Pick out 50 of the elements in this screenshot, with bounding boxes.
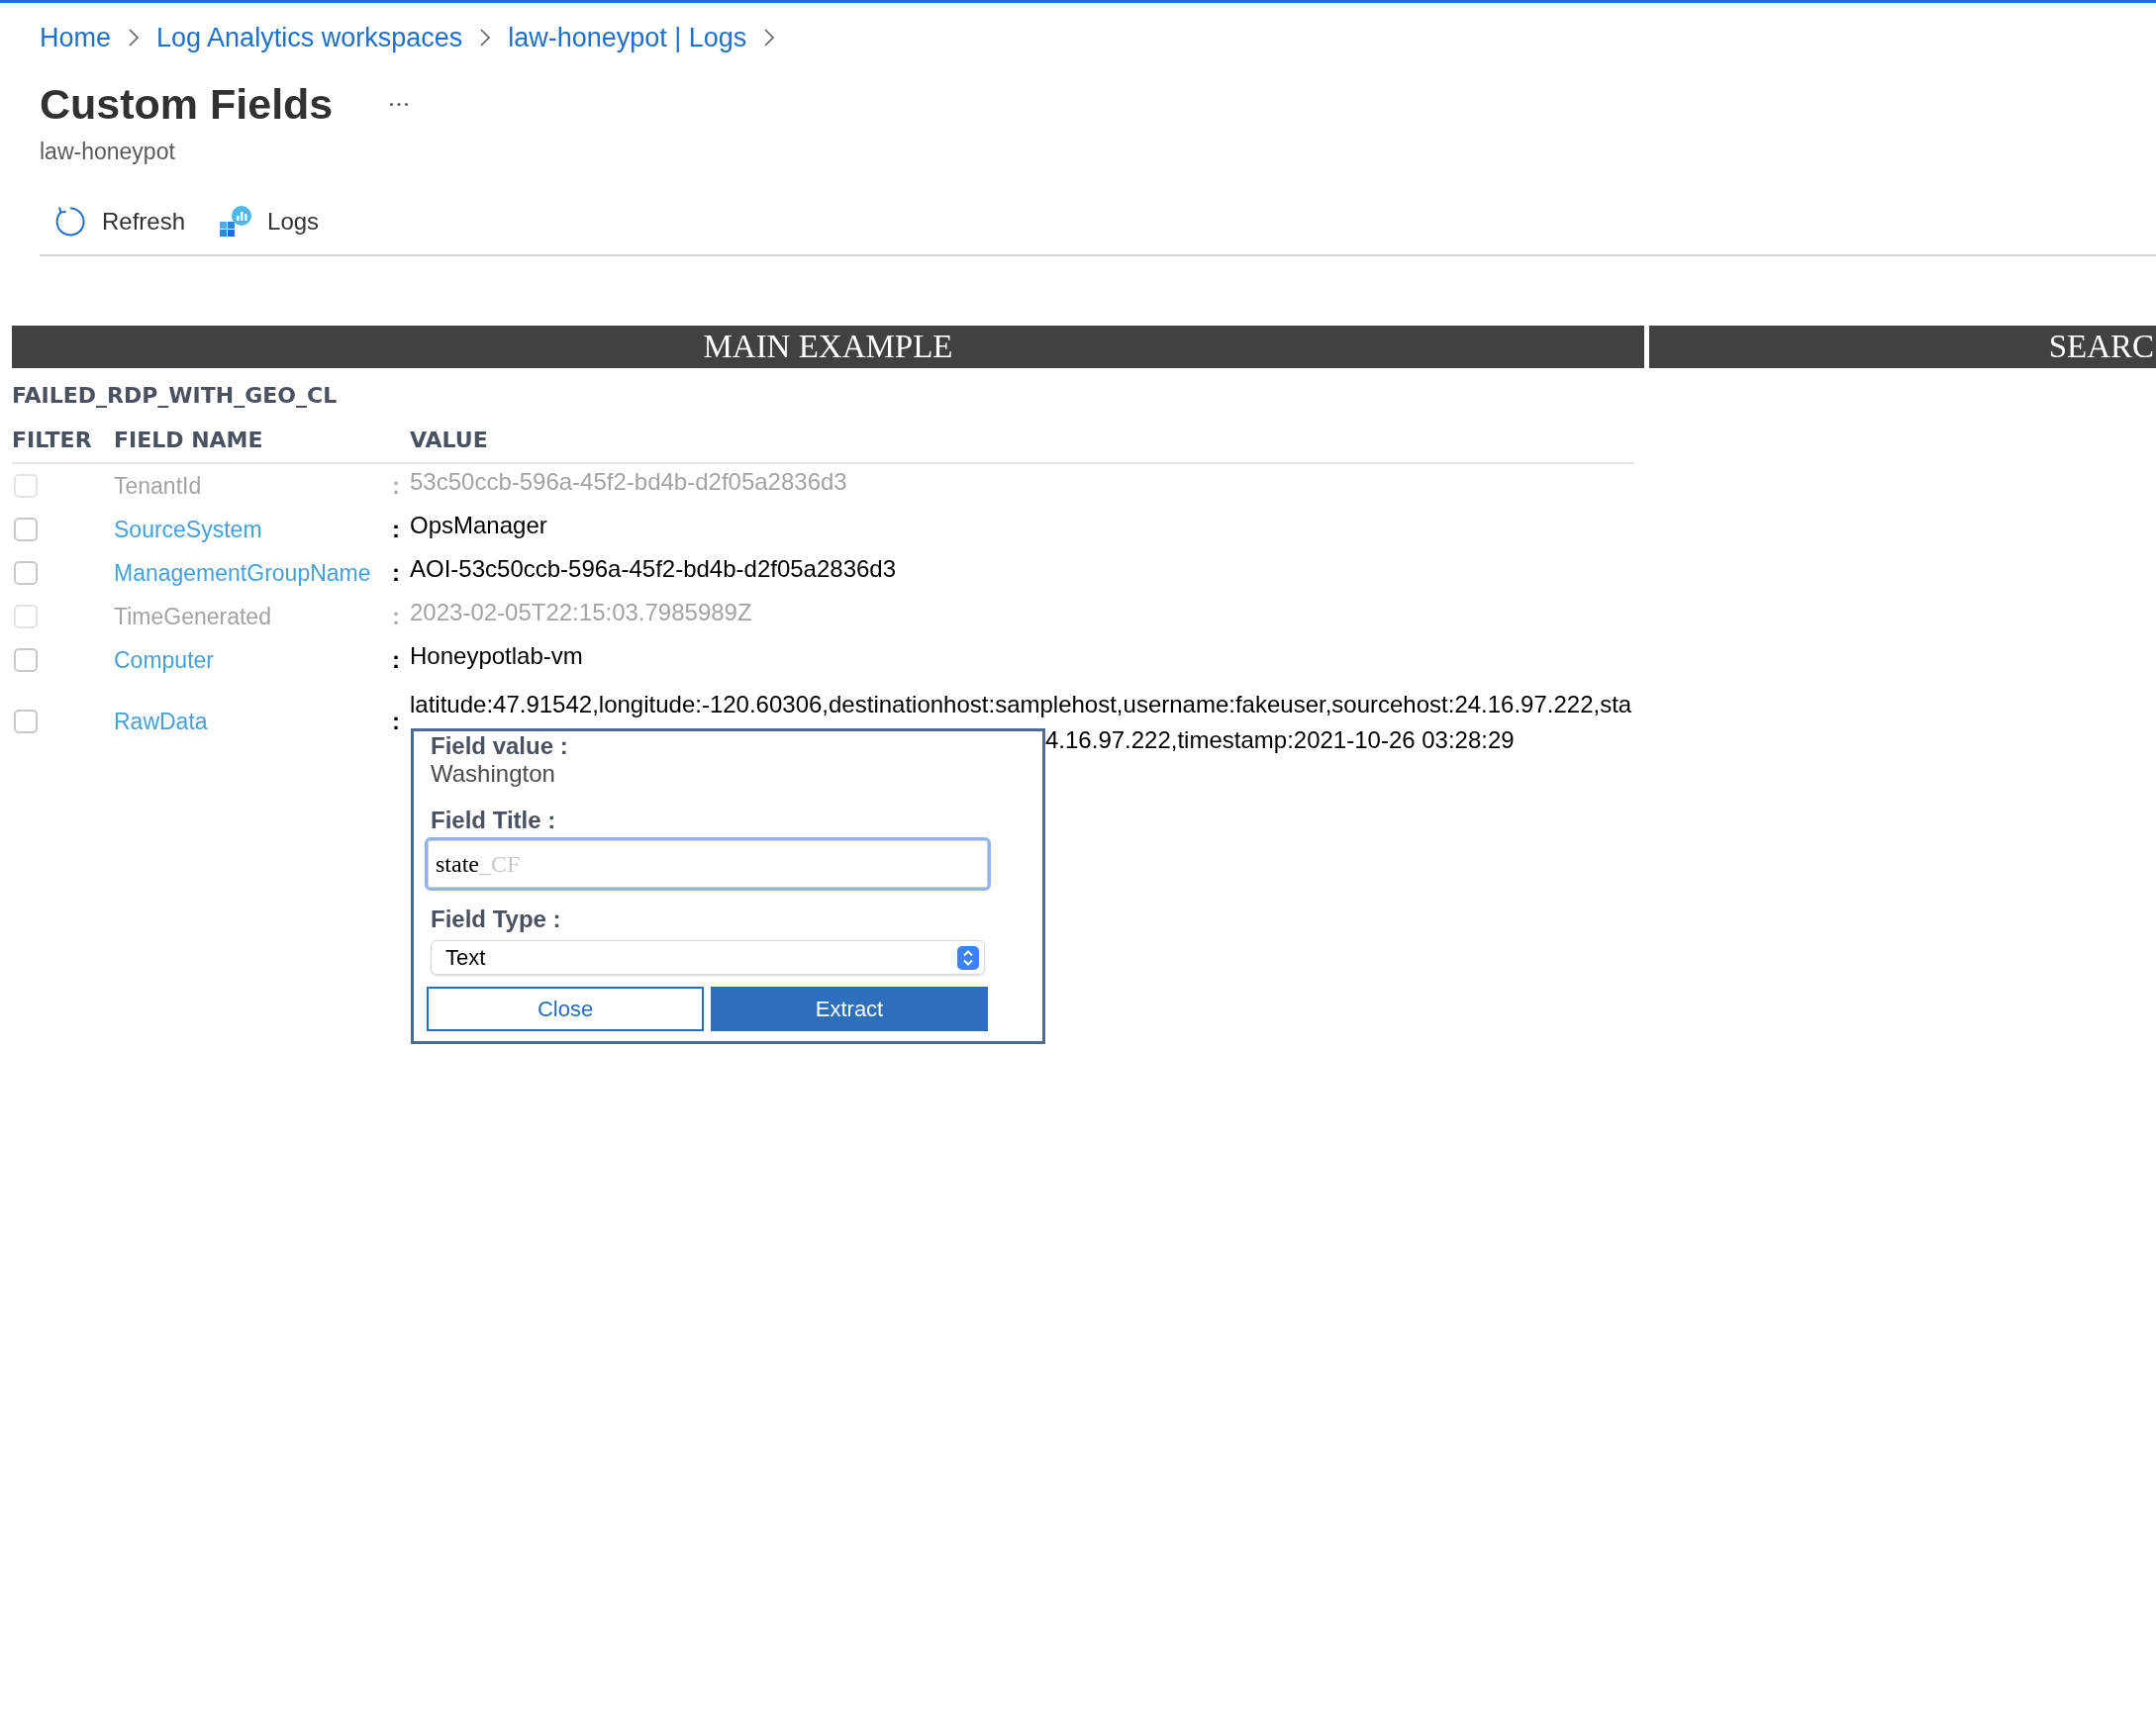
more-icon[interactable] <box>389 101 410 107</box>
colon-separator: : <box>392 558 400 588</box>
field-value: Honeypotlab-vm <box>410 641 583 671</box>
table-name: FAILED_RDP_WITH_GEO_CL <box>12 382 338 410</box>
chart-icon <box>220 206 252 238</box>
chevron-icon <box>479 28 492 48</box>
chevron-icon <box>763 28 776 48</box>
extract-button[interactable]: Extract <box>711 987 988 1031</box>
colon-separator: : <box>392 471 400 501</box>
field-value-text: Washington <box>431 760 555 788</box>
colon-separator: : <box>392 707 400 736</box>
field-label: Field Title : <box>431 807 556 834</box>
column-header: VALUE <box>410 427 488 454</box>
field-value: OpsManager <box>410 511 547 540</box>
refresh-icon <box>54 206 86 238</box>
stepper-icon <box>957 945 979 970</box>
field-value: 4.16.97.222,timestamp:2021-10-26 03:28:29 <box>1045 725 1515 755</box>
type-select[interactable]: Text <box>431 940 985 975</box>
section-header: SEARC <box>1649 326 2156 368</box>
field-label: Field Type : <box>431 906 561 933</box>
column-header: FIELD NAME <box>114 427 263 454</box>
breadcrumb-link[interactable]: Home <box>40 22 112 53</box>
field-name-link[interactable]: Computer <box>114 645 214 675</box>
logs-button[interactable]: Logs <box>212 202 328 241</box>
chevron-icon <box>128 28 141 48</box>
field-name: TenantId <box>114 472 202 501</box>
filter-checkbox[interactable] <box>14 710 38 733</box>
field-name-link[interactable]: RawData <box>114 707 208 736</box>
breadcrumb-link[interactable]: Log Analytics workspaces <box>156 22 463 53</box>
field-value: 53c50ccb-596a-45f2-bd4b-d2f05a2836d3 <box>410 467 847 497</box>
field-value: AOI-53c50ccb-596a-45f2-bd4b-d2f05a2836d3 <box>410 554 897 584</box>
colon-separator: : <box>392 515 400 544</box>
field-name-link[interactable]: ManagementGroupName <box>114 558 371 588</box>
field-value: latitude:47.91542,longitude:-120.60306,destinationhost:samplehost,username:fakeuser,sourcehost:24.16.97.222,sta <box>410 690 1632 719</box>
colon-separator: : <box>392 602 400 631</box>
colon-separator: : <box>392 645 400 675</box>
filter-checkbox[interactable] <box>14 518 38 541</box>
page-title: Custom Fields <box>40 80 334 128</box>
filter-checkbox[interactable] <box>14 648 38 672</box>
column-header: FILTER <box>12 427 92 454</box>
close-button[interactable]: Close <box>427 987 704 1031</box>
field-name: TimeGenerated <box>114 603 271 631</box>
filter-checkbox[interactable] <box>14 561 38 585</box>
breadcrumb-link[interactable]: law-honeypot | Logs <box>508 22 747 53</box>
field-name-link[interactable]: SourceSystem <box>114 515 262 544</box>
page-subtitle: law-honeypot <box>40 138 175 165</box>
field-value: 2023-02-05T22:15:03.7985989Z <box>410 598 752 627</box>
refresh-button[interactable]: Refresh <box>47 202 194 241</box>
section-header: MAIN EXAMPLE <box>12 326 1644 368</box>
field-label: Field value : <box>431 732 568 760</box>
